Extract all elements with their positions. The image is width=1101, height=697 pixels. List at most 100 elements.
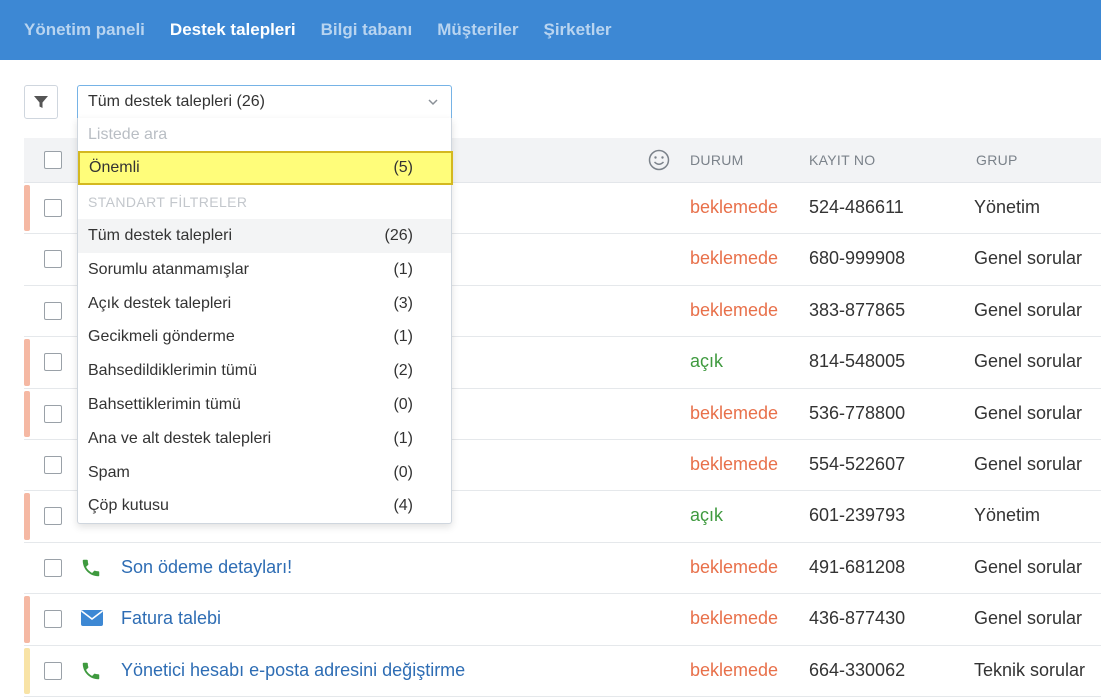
- ticket-group: Teknik sorular: [974, 659, 1086, 680]
- ticket-reg-no: 536-778800: [809, 402, 906, 423]
- ticket-status: beklemede: [690, 248, 779, 269]
- ticket-group: Genel sorular: [974, 299, 1083, 320]
- ticket-status: beklemede: [690, 453, 779, 474]
- phone-icon: [82, 662, 100, 679]
- ticket-group: Genel sorular: [974, 556, 1083, 577]
- dropdown-item-important[interactable]: Önemli (5): [78, 151, 453, 185]
- row-checkbox[interactable]: [44, 301, 62, 320]
- ticket-status: açık: [690, 351, 724, 372]
- filter-button[interactable]: [24, 85, 58, 119]
- dropdown-item-label: Tüm destek talepleri: [88, 227, 233, 244]
- ticket-status: beklemede: [690, 659, 779, 680]
- ticket-reg-no: 436-877430: [809, 608, 906, 629]
- ticket-group: Genel sorular: [974, 608, 1083, 629]
- ticket-group: Yönetim: [974, 197, 1041, 217]
- row-checkbox[interactable]: [44, 250, 62, 269]
- dropdown-item-count: (4): [393, 497, 413, 515]
- priority-indicator: [24, 185, 30, 232]
- dropdown-filter-item[interactable]: Açık destek talepleri (3): [78, 287, 451, 321]
- select-value: Tüm destek talepleri (26): [88, 93, 265, 110]
- ticket-reg-no: 554-522607: [809, 453, 906, 474]
- filter-dropdown-menu: Listede ara Önemli (5) STANDART FİLTRELE…: [77, 118, 453, 524]
- dropdown-item-label: Bahsedildiklerimin tümü: [88, 362, 257, 380]
- dropdown-item-count: (0): [393, 396, 413, 413]
- nav-companies[interactable]: Şirketler: [543, 20, 611, 40]
- row-checkbox[interactable]: [44, 353, 62, 372]
- priority-indicator: [24, 596, 30, 643]
- table-row[interactable]: Yönetici hesabı e-posta adresini değişti…: [24, 646, 1101, 697]
- standard-filters-heading: STANDART FİLTRELER: [88, 194, 248, 210]
- nav-knowledge-base[interactable]: Bilgi tabanı: [321, 20, 413, 40]
- top-navigation: Yönetim paneli Destek talepleri Bilgi ta…: [0, 0, 1101, 60]
- table-row[interactable]: Son ödeme detayları! beklemede 491-681208 G…: [24, 543, 1101, 595]
- ticket-reg-no: 601-239793: [809, 505, 906, 526]
- ticket-status: beklemede: [690, 197, 779, 217]
- ticket-subject-link[interactable]: Son ödeme detayları!: [121, 557, 292, 578]
- dropdown-item-label: Spam: [88, 463, 130, 481]
- dropdown-item-count: (2): [393, 362, 413, 380]
- nav-dashboard[interactable]: Yönetim paneli: [24, 20, 145, 40]
- phone-icon: [82, 559, 100, 576]
- row-checkbox[interactable]: [44, 610, 62, 629]
- dropdown-item-count: (1): [393, 260, 413, 278]
- row-checkbox[interactable]: [44, 455, 62, 474]
- ticket-reg-no: 383-877865: [809, 299, 906, 320]
- table-row[interactable]: Fatura talebi beklemede 436-877430 Genel so…: [24, 594, 1101, 646]
- dropdown-item-count: (1): [393, 429, 413, 447]
- dropdown-item-count: (1): [393, 328, 413, 346]
- smiley-icon[interactable]: [648, 149, 670, 171]
- priority-indicator: [24, 390, 30, 437]
- ticket-reg-no: 524-486611: [809, 197, 904, 217]
- ticket-view-select[interactable]: Tüm destek talepleri (26): [77, 85, 452, 119]
- row-checkbox[interactable]: [44, 507, 62, 526]
- dropdown-filter-item[interactable]: Tüm destek talepleri (26): [78, 219, 451, 253]
- ticket-status: beklemede: [690, 608, 779, 629]
- dropdown-filter-item[interactable]: Sorumlu atanmamışlar (1): [78, 253, 451, 287]
- row-checkbox[interactable]: [44, 199, 62, 217]
- dropdown-filter-item[interactable]: Bahsettiklerimin tümü (0): [78, 388, 451, 422]
- priority-indicator: [24, 339, 30, 386]
- dropdown-item-label: Çöp kutusu: [88, 497, 169, 515]
- dropdown-item-label: Açık destek talepleri: [88, 294, 232, 312]
- dropdown-item-count: (26): [384, 227, 413, 244]
- ticket-reg-no: 664-330062: [809, 659, 906, 680]
- ticket-reg-no: 491-681208: [809, 556, 906, 577]
- row-checkbox[interactable]: [44, 661, 62, 680]
- dropdown-item-count: (5): [393, 159, 413, 176]
- header-status[interactable]: DURUM: [690, 152, 744, 168]
- dropdown-filter-item[interactable]: Ana ve alt destek talepleri (1): [78, 422, 451, 456]
- ticket-status: beklemede: [690, 402, 779, 423]
- dropdown-filter-item[interactable]: Gecikmeli gönderme (1): [78, 320, 451, 354]
- ticket-group: Genel sorular: [974, 453, 1083, 474]
- ticket-group: Yönetim: [974, 505, 1041, 526]
- dropdown-item-label: Önemli: [89, 159, 140, 176]
- ticket-group: Genel sorular: [974, 351, 1083, 372]
- dropdown-filter-item[interactable]: Bahsedildiklerimin tümü (2): [78, 354, 451, 388]
- priority-indicator: [24, 647, 30, 694]
- envelope-icon: [81, 610, 103, 627]
- dropdown-item-count: (0): [393, 463, 413, 481]
- dropdown-item-label: Sorumlu atanmamışlar: [88, 260, 249, 278]
- ticket-subject-link[interactable]: Yönetici hesabı e-posta adresini değişti…: [121, 660, 465, 681]
- ticket-status: beklemede: [690, 556, 779, 577]
- row-checkbox[interactable]: [44, 404, 62, 423]
- ticket-subject-link[interactable]: Fatura talebi: [121, 608, 221, 629]
- dropdown-item-count: (3): [393, 294, 413, 312]
- nav-customers[interactable]: Müşteriler: [437, 20, 518, 40]
- filter-icon: [34, 96, 48, 108]
- dropdown-item-label: Bahsettiklerimin tümü: [88, 396, 241, 413]
- list-search-input[interactable]: Listede ara: [88, 126, 167, 144]
- dropdown-item-label: Gecikmeli gönderme: [88, 328, 235, 346]
- row-checkbox[interactable]: [44, 558, 62, 577]
- chevron-down-icon: [428, 99, 438, 106]
- dropdown-filter-item[interactable]: Spam (0): [78, 456, 451, 490]
- nav-tickets[interactable]: Destek talepleri: [170, 20, 296, 40]
- dropdown-item-label: Ana ve alt destek talepleri: [88, 429, 272, 447]
- ticket-group: Genel sorular: [974, 248, 1083, 269]
- dropdown-filter-item[interactable]: Çöp kutusu (4): [78, 489, 451, 523]
- ticket-group: Genel sorular: [974, 402, 1083, 423]
- ticket-reg-no: 814-548005: [809, 351, 906, 372]
- header-reg-no[interactable]: KAYIT NO: [809, 152, 875, 168]
- select-all-checkbox[interactable]: [44, 151, 62, 169]
- header-group[interactable]: GRUP: [976, 152, 1018, 168]
